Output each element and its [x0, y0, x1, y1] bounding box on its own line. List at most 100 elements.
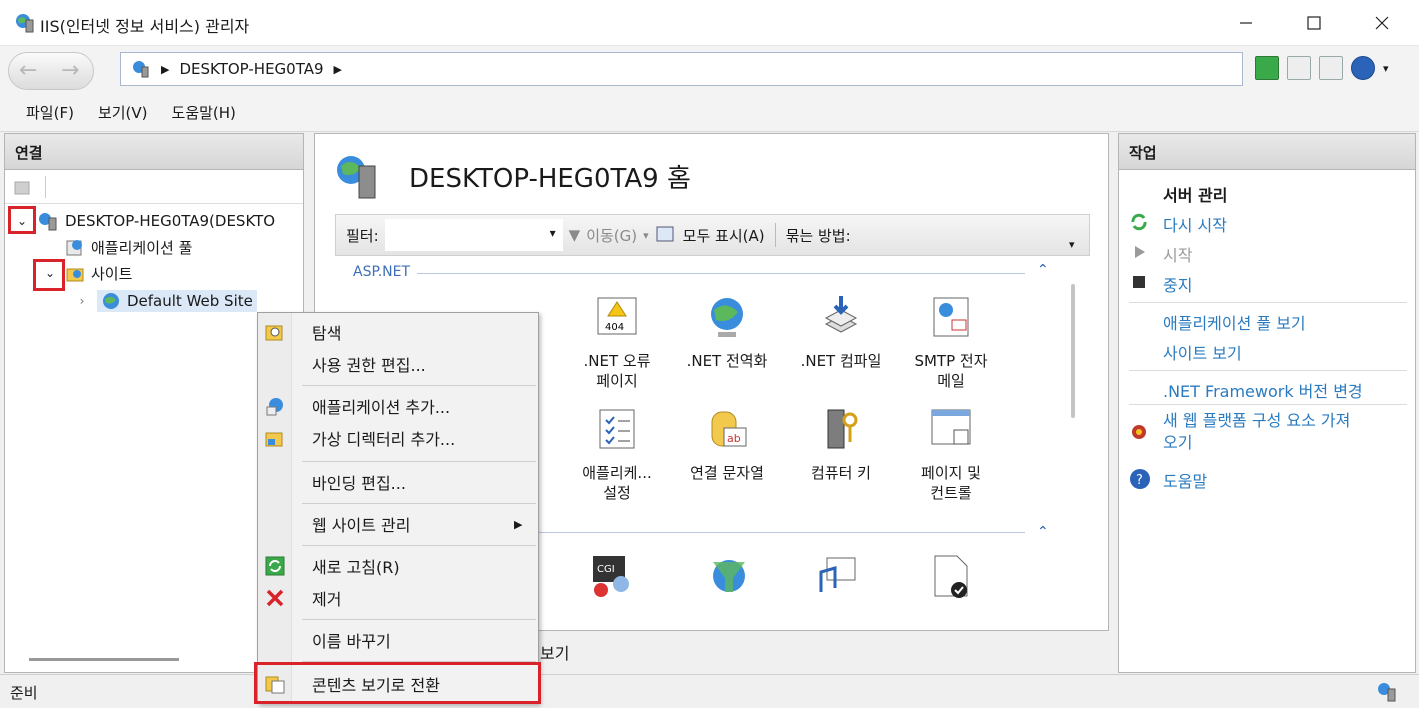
- tree-server-label: DESKTOP-HEG0TA9(DESKTO: [65, 212, 276, 230]
- breadcrumb-server[interactable]: DESKTOP-HEG0TA9: [179, 60, 323, 78]
- maximize-button[interactable]: [1291, 0, 1337, 46]
- separator: [1129, 302, 1407, 303]
- window-title: IIS(인터넷 정보 서비스) 관리자: [40, 17, 250, 36]
- title-bar: IIS(인터넷 정보 서비스) 관리자: [0, 0, 1419, 46]
- status-server-icon: [1378, 683, 1396, 702]
- menu-view[interactable]: 보기(V): [86, 102, 160, 123]
- minimize-button[interactable]: [1223, 0, 1269, 46]
- action-server-manage-heading: 서버 관리: [1163, 186, 1228, 205]
- breadcrumb-chevron-icon[interactable]: ▶: [161, 63, 169, 76]
- action-restart[interactable]: 다시 시작: [1163, 212, 1227, 236]
- add-virtual-dir-icon: [265, 432, 283, 447]
- connect-icon[interactable]: [13, 178, 33, 196]
- separator: [1129, 404, 1407, 405]
- toolbar-icons: ▾: [1255, 56, 1389, 80]
- ctx-edit-bindings[interactable]: 바인딩 편집...: [258, 467, 538, 497]
- group-by-label[interactable]: 묶는 방법:: [786, 225, 851, 246]
- close-button[interactable]: [1359, 0, 1405, 46]
- web-platform-icon: [1132, 425, 1146, 439]
- ctx-edit-permissions[interactable]: 사용 권한 편집...: [258, 349, 538, 379]
- feature-net-compilation[interactable]: .NET 컴파일: [791, 294, 891, 371]
- globe-icon: [103, 293, 119, 309]
- action-view-app-pools[interactable]: 애플리케이션 풀 보기: [1163, 310, 1306, 334]
- svg-text:ab: ab: [727, 432, 741, 445]
- sites-folder-icon: [66, 268, 84, 282]
- ctx-remove[interactable]: 제거: [258, 583, 538, 613]
- feature-pages-controls[interactable]: 페이지 및 컨트롤: [901, 406, 1001, 503]
- default-site-selected[interactable]: Default Web Site: [97, 290, 257, 312]
- feature-net-globalization[interactable]: .NET 전역화: [677, 294, 777, 371]
- home-icon[interactable]: [1319, 56, 1343, 80]
- ctx-explore[interactable]: 탐색: [258, 317, 538, 347]
- feature-connection-strings[interactable]: ab 연결 문자열: [677, 406, 777, 483]
- forward-arrow-icon[interactable]: →: [61, 58, 79, 83]
- tree-default-site-label: Default Web Site: [127, 292, 253, 310]
- refresh-icon[interactable]: [1255, 56, 1279, 80]
- highlight-box-sites-expander: [33, 259, 65, 291]
- feature-smtp-email[interactable]: SMTP 전자 메일: [901, 294, 1001, 391]
- ctx-add-virtual-dir[interactable]: 가상 디렉터리 추가...: [258, 423, 538, 453]
- restart-icon: [1131, 213, 1147, 231]
- back-arrow-icon[interactable]: ←: [19, 58, 37, 83]
- ctx-rename[interactable]: 이름 바꾸기: [258, 625, 538, 655]
- context-menu: 탐색 사용 권한 편집... 애플리케이션 추가... 가상 디렉터리 추가..…: [257, 312, 539, 704]
- section-aspnet: ASP.NET: [353, 264, 411, 280]
- horizontal-scrollbar[interactable]: [29, 658, 179, 661]
- explore-folder-icon: [265, 325, 283, 341]
- iis-app-icon: [16, 14, 34, 33]
- ctx-add-application[interactable]: 애플리케이션 추가...: [258, 391, 538, 421]
- help-icon[interactable]: [1351, 56, 1375, 80]
- server-large-icon: [337, 156, 376, 199]
- ctx-manage-website[interactable]: 웹 사이트 관리 ▶: [258, 509, 538, 539]
- highlight-box-server-expander: [8, 206, 36, 234]
- action-stop[interactable]: 중지: [1163, 272, 1192, 296]
- feature-machine-key[interactable]: 컴퓨터 키: [791, 406, 891, 483]
- action-get-new-components[interactable]: 새 웹 플랫폼 구성 요소 가져 오기: [1163, 410, 1350, 454]
- menu-bar: 파일(F) 보기(V) 도움말(H): [0, 94, 1419, 132]
- ctx-refresh[interactable]: 새로 고침(R): [258, 551, 538, 581]
- compile-icon: [824, 296, 858, 333]
- vertical-scrollbar[interactable]: [1071, 284, 1075, 418]
- go-button[interactable]: 이동(G): [586, 225, 637, 246]
- machine-key-icon: [827, 409, 858, 449]
- action-view-sites[interactable]: 사이트 보기: [1163, 340, 1242, 364]
- database-icon: ab: [711, 411, 747, 447]
- nav-buttons: ← →: [8, 52, 94, 90]
- maximize-icon: [1307, 16, 1321, 30]
- address-bar: ← → ▶ DESKTOP-HEG0TA9 ▶ ▾: [0, 46, 1419, 94]
- action-change-framework[interactable]: .NET Framework 버전 변경: [1163, 378, 1363, 402]
- filter-globe-icon[interactable]: [705, 552, 753, 600]
- tree-sites-label: 사이트: [91, 264, 133, 283]
- view-tab[interactable]: 보기: [540, 640, 569, 664]
- smtp-email-icon: [933, 297, 969, 337]
- collapse-section-icon[interactable]: ⌃: [1037, 524, 1049, 540]
- collapse-section-icon[interactable]: ⌃: [1037, 262, 1049, 278]
- tree-server-node[interactable]: ⌄ DESKTOP-HEG0TA9(DESKTO: [13, 208, 275, 234]
- show-all-button[interactable]: 모두 표시(A): [683, 225, 765, 246]
- tree-default-web-site[interactable]: › Default Web Site: [73, 288, 257, 314]
- chevron-down-icon[interactable]: ▾: [643, 229, 649, 242]
- document-check-icon[interactable]: [927, 552, 975, 600]
- filter-input[interactable]: [384, 219, 563, 251]
- separator: [302, 503, 536, 504]
- tree-app-pools[interactable]: 애플리케이션 풀: [65, 234, 192, 260]
- action-start[interactable]: 시작: [1163, 242, 1192, 266]
- feature-net-error-pages[interactable]: 404 .NET 오류 페이지: [567, 294, 667, 391]
- scroll-more-icon[interactable]: ▾: [1069, 238, 1075, 251]
- media-icon[interactable]: [815, 552, 863, 600]
- action-help[interactable]: 도움말: [1163, 468, 1207, 492]
- menu-help[interactable]: 도움말(H): [160, 102, 248, 123]
- separator: [1129, 370, 1407, 371]
- connections-title: 연결: [5, 134, 303, 170]
- remove-x-icon: [266, 589, 284, 607]
- refresh-icon: [265, 556, 285, 576]
- feature-app-settings[interactable]: 애플리케... 설정: [567, 406, 667, 503]
- stop-icon[interactable]: [1287, 56, 1311, 80]
- breadcrumb-chevron-icon[interactable]: ▶: [334, 63, 342, 76]
- menu-file[interactable]: 파일(F): [14, 102, 86, 123]
- chevron-right-icon[interactable]: ›: [73, 292, 91, 310]
- close-icon: [1375, 16, 1389, 30]
- cgi-icon[interactable]: CGI: [589, 552, 637, 600]
- chevron-down-icon[interactable]: ▾: [1383, 62, 1389, 75]
- address-path[interactable]: ▶ DESKTOP-HEG0TA9 ▶: [120, 52, 1243, 86]
